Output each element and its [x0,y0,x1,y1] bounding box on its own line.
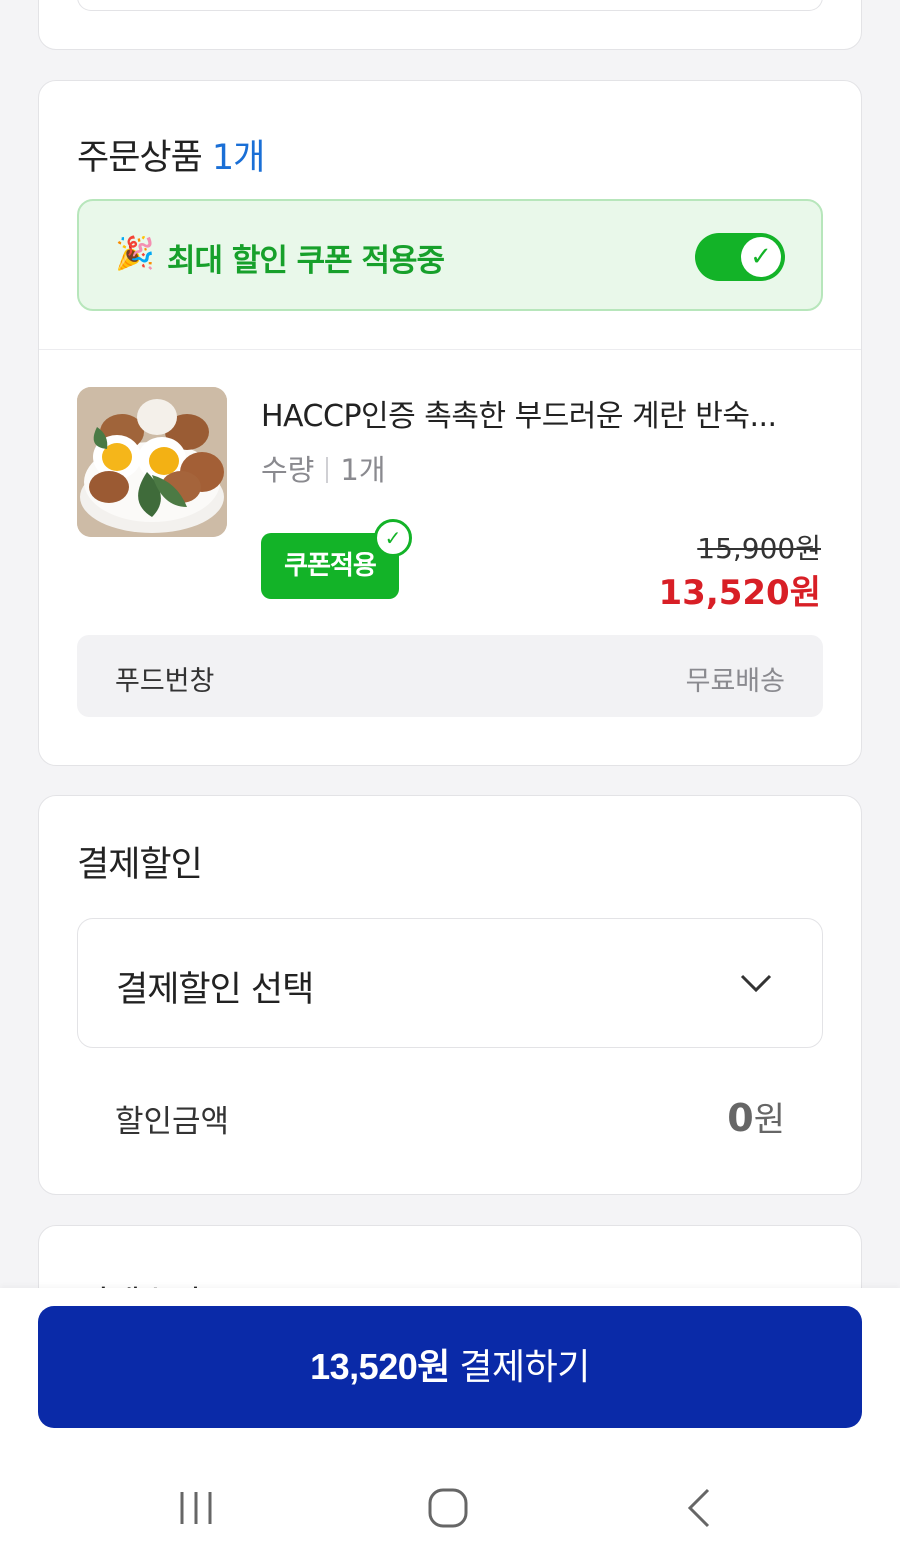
payment-discount-select[interactable]: 결제할인 선택 [77,918,823,1048]
quantity-separator [326,457,329,483]
chevron-down-icon [740,974,772,993]
shipping-fee: 무료배송 [685,666,785,697]
max-coupon-banner[interactable]: 🎉 최대 할인 쿠폰 적용중 ✓ [77,199,823,311]
pay-amount: 13,520원 [310,1346,450,1387]
product-thumbnail[interactable] [77,387,227,537]
sale-price: 13,520원 [658,573,821,613]
coupon-toggle[interactable]: ✓ [695,233,785,281]
previous-section-card [38,0,862,50]
discount-amount-label: 할인금액 [115,1104,230,1140]
discount-amount-value: 0원 [727,1092,785,1141]
party-popper-icon: 🎉 [115,234,155,272]
payment-discount-title: 결제할인 [77,845,203,885]
seller-shipping-row: 푸드번창 무료배송 [77,635,823,717]
coupon-banner-label: 최대 할인 쿠폰 적용중 [167,243,445,279]
previous-section-box [77,0,823,11]
discount-amount-unit: 원 [753,1100,785,1140]
order-items-title-text: 주문상품 [77,138,203,178]
egg-bowl-image [77,387,227,537]
check-circle-icon: ✓ [374,519,412,557]
recent-apps-icon[interactable] [166,1478,226,1538]
pay-button[interactable]: 13,520원 결제하기 [38,1306,862,1428]
divider [39,349,861,350]
payment-discount-card: 결제할인 결제할인 선택 할인금액 0원 [38,795,862,1195]
seller-name: 푸드번창 [115,666,215,697]
discount-amount-number: 0 [727,1096,754,1140]
quantity-label: 수량 [261,453,315,487]
check-icon: ✓ [741,237,781,277]
order-items-count: 1개 [211,138,265,178]
bottom-bar: 13,520원 결제하기 [0,1288,900,1560]
order-items-card: 주문상품 1개 🎉 최대 할인 쿠폰 적용중 ✓ HACCP인증 촉촉한 부드러… [38,80,862,766]
payment-discount-select-value: 결제할인 선택 [116,970,314,1010]
home-icon[interactable] [418,1478,478,1538]
pay-label: 결제하기 [459,1346,590,1387]
back-icon[interactable] [670,1478,730,1538]
product-name[interactable]: HACCP인증 촉촉한 부드러운 계란 반숙... [261,391,821,435]
system-navigation-bar [0,1478,900,1538]
quantity-value: 1개 [340,453,386,487]
order-items-title: 주문상품 1개 [77,129,265,180]
quantity-row: 수량 1개 [261,447,386,489]
original-price: 15,900원 [697,532,821,565]
